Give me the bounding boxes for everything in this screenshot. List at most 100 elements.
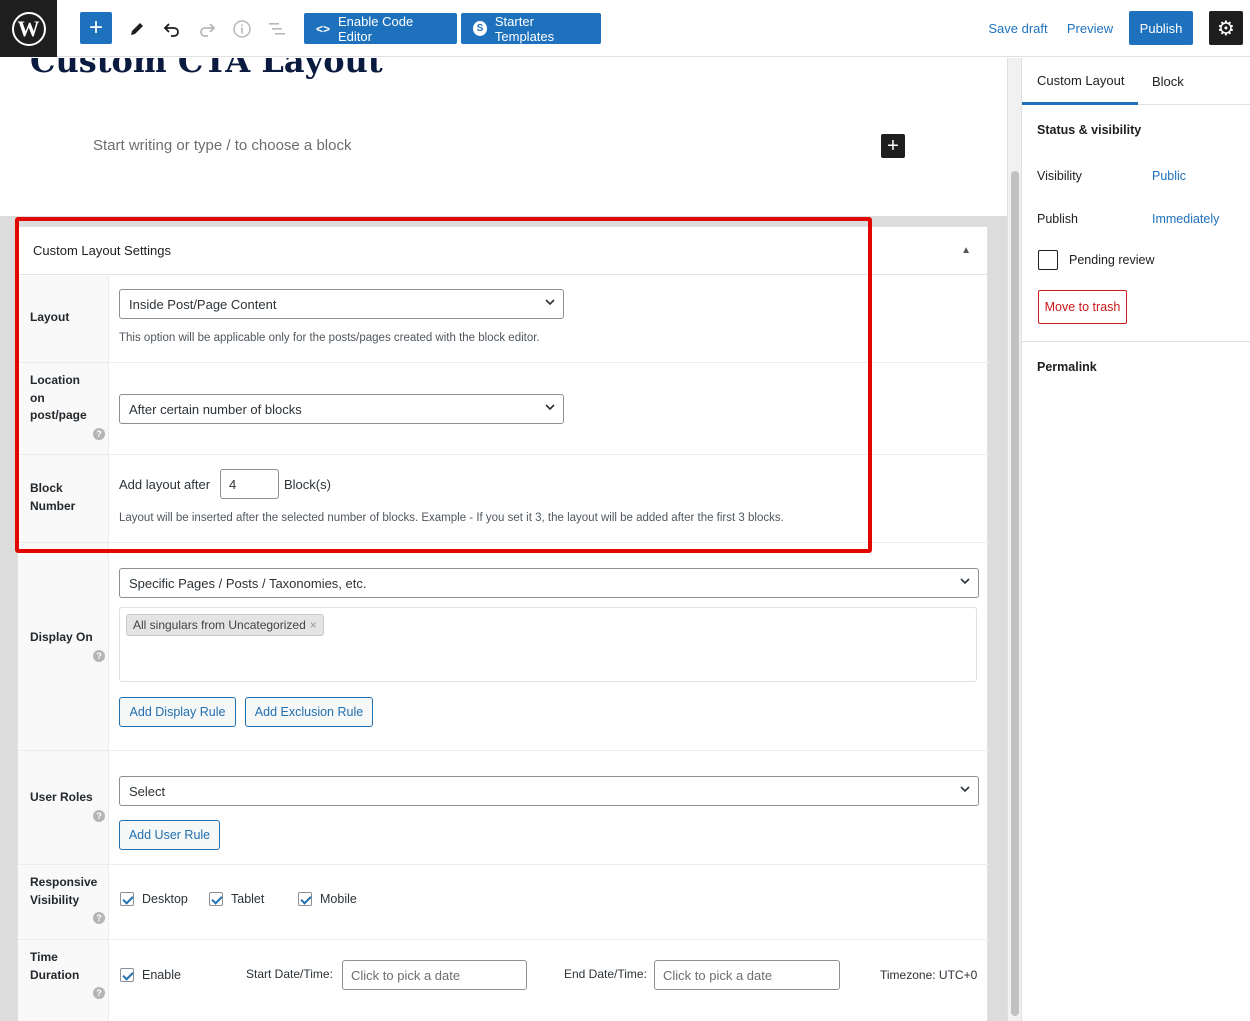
pending-review-checkbox[interactable]: Pending review xyxy=(1038,250,1154,270)
time-duration-row: Time Duration ? Enable Start Date/Time: … xyxy=(18,940,989,1021)
display-on-row: Display On ? Specific Pages / Posts / Ta… xyxy=(18,543,989,751)
list-view-icon xyxy=(269,22,285,35)
checkbox-checked-icon xyxy=(209,892,223,906)
starter-templates-label: Starter Templates xyxy=(494,13,555,44)
details-button[interactable] xyxy=(227,13,257,44)
visibility-value[interactable]: Public xyxy=(1152,169,1186,183)
editor-header: W + <> Enable Code Editor S Starter Temp… xyxy=(0,0,1250,57)
add-display-rule-button[interactable]: Add Display Rule xyxy=(119,697,236,727)
move-to-trash-button[interactable]: Move to trash xyxy=(1038,290,1127,324)
time-label-line: Time xyxy=(30,950,58,964)
metabox-header[interactable]: Custom Layout Settings ▲ xyxy=(18,227,987,275)
add-user-rule-button[interactable]: Add User Rule xyxy=(119,820,220,850)
starter-templates-button[interactable]: S Starter Templates xyxy=(461,13,601,44)
layout-note: This option will be applicable only for … xyxy=(119,332,540,344)
location-select-value: After certain number of blocks xyxy=(129,401,302,417)
layout-row: Layout Inside Post/Page Content This opt… xyxy=(18,276,989,363)
block-number-input[interactable]: 4 xyxy=(220,469,279,499)
pending-review-label: Pending review xyxy=(1069,253,1155,267)
chevron-down-icon xyxy=(960,578,970,585)
desktop-checkbox[interactable]: Desktop xyxy=(120,892,188,906)
tablet-checkbox[interactable]: Tablet xyxy=(209,892,264,906)
target-tag: All singulars from Uncategorized × xyxy=(126,614,324,636)
wordpress-logo-button[interactable]: W xyxy=(0,0,57,57)
list-view-button[interactable] xyxy=(262,13,292,44)
location-row: Location on post/page ? After certain nu… xyxy=(18,363,989,455)
collapse-arrow-icon[interactable]: ▲ xyxy=(961,245,971,256)
tab-block[interactable]: Block xyxy=(1152,58,1184,105)
help-icon[interactable]: ? xyxy=(93,912,105,924)
location-label-line: Location xyxy=(30,373,80,387)
location-label-line: post/page xyxy=(30,408,87,422)
location-label: Location on post/page ? xyxy=(18,363,109,454)
mobile-label: Mobile xyxy=(320,892,357,906)
permalink-panel: Permalink xyxy=(1022,342,1250,390)
scrollbar-thumb[interactable] xyxy=(1011,171,1019,1016)
specific-targets-field[interactable]: All singulars from Uncategorized × xyxy=(119,607,977,682)
end-date-input[interactable]: Click to pick a date xyxy=(654,960,840,990)
block-placeholder[interactable]: Start writing or type / to choose a bloc… xyxy=(93,137,351,154)
tablet-label: Tablet xyxy=(231,892,265,906)
tab-custom-layout[interactable]: Custom Layout xyxy=(1022,58,1138,105)
layout-select-value: Inside Post/Page Content xyxy=(129,296,277,312)
wordpress-icon: W xyxy=(11,11,46,46)
location-select[interactable]: After certain number of blocks xyxy=(119,394,564,424)
editor-scrollbar[interactable] xyxy=(1007,58,1021,1021)
editor-canvas: Custom CTA Layout Start writing or type … xyxy=(0,58,1008,1021)
layout-label-text: Layout xyxy=(30,310,70,324)
block-inserter-button[interactable]: + xyxy=(80,12,112,44)
chevron-down-icon xyxy=(960,786,970,793)
desktop-label: Desktop xyxy=(142,892,188,906)
undo-icon xyxy=(163,22,179,37)
remove-tag-icon[interactable]: × xyxy=(310,618,317,632)
help-icon[interactable]: ? xyxy=(93,987,105,999)
sidebar-tabs: Custom Layout Block xyxy=(1022,58,1250,105)
tools-pencil-button[interactable] xyxy=(122,13,152,44)
add-exclusion-rule-button[interactable]: Add Exclusion Rule xyxy=(245,697,373,727)
redo-icon xyxy=(200,22,216,37)
responsive-label-line: Visibility xyxy=(30,892,80,907)
status-visibility-title[interactable]: Status & visibility xyxy=(1037,123,1141,137)
user-roles-row: User Roles ? Select Add User Rule xyxy=(18,751,989,865)
block-number-note: Layout will be inserted after the select… xyxy=(119,512,784,524)
undo-button[interactable] xyxy=(157,13,187,44)
layout-select[interactable]: Inside Post/Page Content xyxy=(119,289,564,319)
publish-button[interactable]: Publish xyxy=(1129,11,1193,45)
user-roles-label-text: User Roles xyxy=(30,790,93,804)
custom-layout-settings-metabox: Custom Layout Settings ▲ Layout Inside P… xyxy=(17,226,989,1021)
display-on-label-text: Display On xyxy=(30,630,93,644)
user-roles-label: User Roles ? xyxy=(18,751,109,864)
responsive-label-line: Responsive xyxy=(30,875,98,889)
start-date-input[interactable]: Click to pick a date xyxy=(342,960,527,990)
display-on-select[interactable]: Specific Pages / Posts / Taxonomies, etc… xyxy=(119,568,979,598)
user-roles-select[interactable]: Select xyxy=(119,776,979,806)
help-icon[interactable]: ? xyxy=(93,427,105,440)
block-number-label: Block Number xyxy=(18,455,109,542)
starter-templates-icon: S xyxy=(473,21,487,36)
chevron-down-icon xyxy=(545,404,555,411)
time-duration-label: Time Duration ? xyxy=(18,940,109,1021)
permalink-title[interactable]: Permalink xyxy=(1037,360,1097,374)
enable-code-editor-button[interactable]: <> Enable Code Editor xyxy=(304,13,457,44)
gear-icon: ⚙ xyxy=(1217,17,1235,40)
location-label-line: on xyxy=(30,390,45,405)
display-on-select-value: Specific Pages / Posts / Taxonomies, etc… xyxy=(129,575,367,591)
redo-button[interactable] xyxy=(192,13,222,44)
help-icon[interactable]: ? xyxy=(93,809,105,822)
end-date-label: End Date/Time: xyxy=(564,967,647,981)
save-draft-button[interactable]: Save draft xyxy=(988,13,1048,44)
post-title[interactable]: Custom CTA Layout xyxy=(30,58,383,80)
responsive-visibility-row: Responsive Visibility ? Desktop Tablet M… xyxy=(18,865,989,940)
pencil-icon xyxy=(131,22,143,35)
help-icon[interactable]: ? xyxy=(93,649,105,662)
mobile-checkbox[interactable]: Mobile xyxy=(298,892,357,906)
time-enable-checkbox[interactable]: Enable xyxy=(120,968,181,982)
layout-label: Layout xyxy=(18,276,109,362)
settings-button[interactable]: ⚙ xyxy=(1209,11,1243,45)
preview-button[interactable]: Preview xyxy=(1066,13,1114,44)
publish-label: Publish xyxy=(1037,212,1078,226)
status-visibility-panel: Status & visibility Visibility Public Pu… xyxy=(1022,106,1250,342)
inline-inserter-button[interactable]: + xyxy=(881,134,905,158)
publish-date-value[interactable]: Immediately xyxy=(1152,212,1219,226)
time-enable-label: Enable xyxy=(142,968,181,982)
